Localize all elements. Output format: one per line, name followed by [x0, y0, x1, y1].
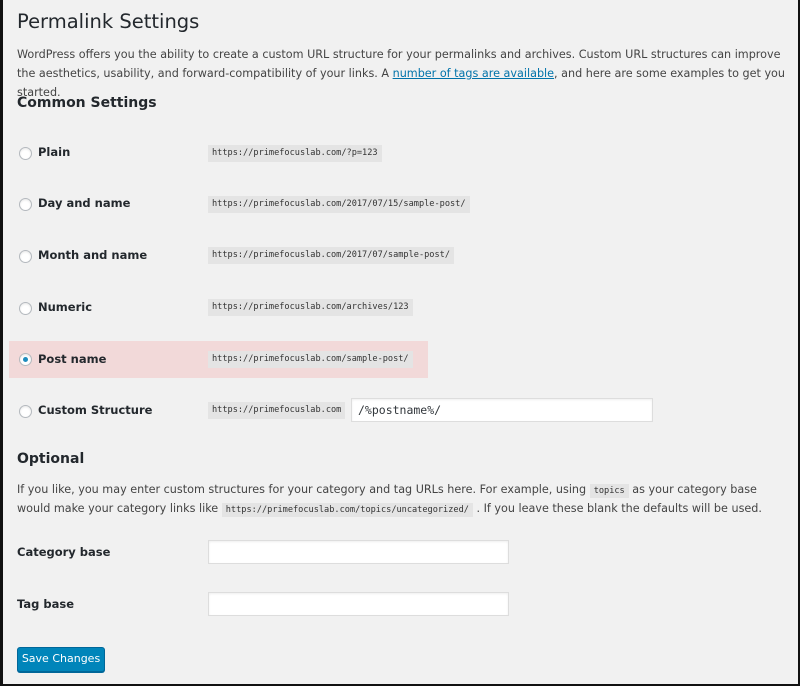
day-and-name-radio[interactable] — [19, 198, 32, 211]
day-and-name-example-url: https://primefocuslab.com/2017/07/15/sam… — [208, 196, 470, 213]
day-and-name-label: Day and name — [38, 196, 131, 210]
category-base-label: Category base — [17, 545, 111, 559]
numeric-label: Numeric — [38, 300, 93, 314]
optional-text-3: . If you leave these blank the defaults … — [472, 502, 762, 515]
custom-structure-base-url: https://primefocuslab.com — [208, 402, 346, 419]
category-base-input[interactable] — [208, 540, 509, 564]
optional-heading: Optional — [17, 451, 85, 467]
custom-structure-radio[interactable] — [19, 405, 32, 418]
save-changes-button[interactable]: Save Changes — [17, 647, 105, 672]
tags-available-link[interactable]: number of tags are available — [393, 67, 554, 80]
month-and-name-label: Month and name — [38, 248, 148, 262]
numeric-radio[interactable] — [19, 302, 32, 315]
common-settings-heading: Common Settings — [17, 95, 157, 111]
month-and-name-example-url: https://primefocuslab.com/2017/07/sample… — [208, 247, 454, 264]
category-link-example-code: https://primefocuslab.com/topics/uncateg… — [221, 503, 473, 517]
optional-description: If you like, you may enter custom struct… — [17, 481, 787, 519]
custom-structure-label: Custom Structure — [38, 403, 153, 417]
permalink-settings-page: Permalink Settings WordPress offers you … — [3, 0, 798, 684]
page-title: Permalink Settings — [17, 10, 200, 33]
post-name-label: Post name — [38, 352, 107, 366]
tag-base-input[interactable] — [208, 592, 509, 616]
custom-structure-input[interactable] — [351, 398, 653, 422]
plain-label: Plain — [38, 145, 71, 159]
plain-radio[interactable] — [19, 147, 32, 160]
month-and-name-radio[interactable] — [19, 250, 32, 263]
tag-base-label: Tag base — [17, 597, 74, 611]
intro-text: WordPress offers you the ability to crea… — [17, 45, 787, 102]
plain-example-url: https://primefocuslab.com/?p=123 — [208, 145, 382, 162]
optional-text-1: If you like, you may enter custom struct… — [17, 483, 590, 496]
category-base-example-code: topics — [589, 484, 629, 498]
post-name-example-url: https://primefocuslab.com/sample-post/ — [208, 351, 413, 368]
numeric-example-url: https://primefocuslab.com/archives/123 — [208, 299, 413, 316]
post-name-radio[interactable] — [19, 353, 32, 366]
